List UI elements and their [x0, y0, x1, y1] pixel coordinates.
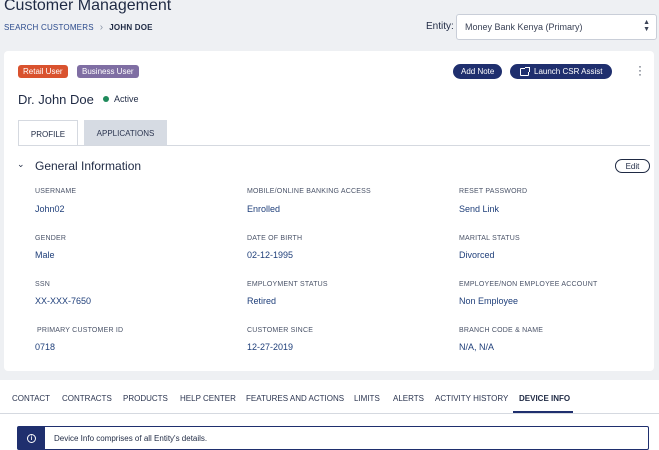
tab-profile[interactable]: PROFILE: [18, 120, 78, 146]
select-arrows-icon: ▲ ▼: [643, 19, 650, 33]
retail-user-badge: Retail User: [18, 65, 68, 78]
field-value-ssn: XX-XXX-7650: [35, 296, 92, 306]
field-label-gender: GENDER: [35, 235, 67, 242]
tab-help-center[interactable]: HELP CENTER: [180, 394, 236, 403]
field-value-primary-id: 0718: [35, 342, 56, 352]
field-label-ssn: SSN: [35, 281, 50, 288]
info-icon-container: i: [18, 427, 45, 449]
field-label-username: USERNAME: [35, 188, 77, 195]
entity-label: Entity:: [426, 21, 454, 32]
field-value-since: 12-27-2019: [247, 342, 294, 352]
breadcrumb: SEARCH CUSTOMERS › JOHN DOE: [4, 22, 153, 33]
entity-select-value: Money Bank Kenya (Primary): [465, 22, 583, 32]
info-icon: i: [27, 433, 36, 443]
tab-alerts[interactable]: ALERTS: [393, 394, 424, 403]
chevron-down-icon[interactable]: ⌄: [17, 159, 25, 170]
customer-name: Dr. John Doe: [18, 92, 94, 107]
tabs-divider: [0, 413, 659, 414]
send-link-button[interactable]: Send Link: [459, 204, 499, 214]
field-value-username: John02: [35, 204, 65, 214]
customer-card: Retail User Business User Add Note Launc…: [4, 51, 654, 371]
status-dot-icon: [103, 96, 109, 102]
field-label-dob: DATE OF BIRTH: [247, 235, 303, 242]
field-value-marital: Divorced: [459, 250, 495, 260]
tab-applications[interactable]: APPLICATIONS: [84, 120, 167, 146]
field-label-banking-access: MOBILE/ONLINE BANKING ACCESS: [247, 188, 371, 195]
info-message: Device Info comprises of all Entity's de…: [54, 434, 208, 443]
field-label-primary-id: PRIMARY CUSTOMER ID: [37, 327, 124, 334]
field-label-employee-account: EMPLOYEE/NON EMPLOYEE ACCOUNT: [459, 281, 598, 288]
detail-tabs: CONTACT CONTRACTS PRODUCTS HELP CENTER F…: [0, 380, 659, 450]
field-value-branch: N/A, N/A: [459, 342, 495, 352]
field-value-banking-access: Enrolled: [247, 204, 281, 214]
tab-contracts[interactable]: CONTRACTS: [62, 394, 112, 403]
chevron-right-icon: ›: [99, 22, 104, 33]
field-label-reset-password: RESET PASSWORD: [459, 188, 528, 195]
field-label-since: CUSTOMER SINCE: [247, 327, 314, 334]
tab-contact[interactable]: CONTACT: [12, 394, 50, 403]
launch-csr-assist-button[interactable]: Launch CSR Assist: [510, 64, 613, 79]
field-label-marital: MARITAL STATUS: [459, 235, 520, 242]
entity-select[interactable]: Money Bank Kenya (Primary) ▲ ▼: [456, 14, 657, 40]
field-value-employment: Retired: [247, 296, 277, 306]
breadcrumb-search-customers[interactable]: SEARCH CUSTOMERS: [4, 23, 94, 32]
tab-products[interactable]: PRODUCTS: [123, 394, 168, 403]
tab-device-info[interactable]: DEVICE INFO: [519, 394, 570, 403]
field-label-employment: EMPLOYMENT STATUS: [247, 281, 328, 288]
section-title: General Information: [35, 159, 142, 173]
field-value-employee-account: Non Employee: [459, 296, 519, 306]
field-value-dob: 02-12-1995: [247, 250, 294, 260]
tab-features-and-actions[interactable]: FEATURES AND ACTIONS: [246, 394, 344, 403]
add-note-label: Add Note: [461, 67, 495, 76]
status-label: Active: [114, 94, 139, 104]
status-badge: Active: [103, 94, 139, 104]
add-note-button[interactable]: Add Note: [453, 64, 503, 79]
edit-button[interactable]: Edit: [615, 159, 650, 173]
tab-activity-history[interactable]: ACTIVITY HISTORY: [435, 394, 508, 403]
page-title: Customer Management: [4, 0, 172, 14]
tab-limits[interactable]: LIMITS: [354, 394, 380, 403]
business-user-badge: Business User: [77, 65, 139, 78]
launch-csr-label: Launch CSR Assist: [534, 67, 603, 76]
field-label-branch: BRANCH CODE & NAME: [459, 327, 544, 334]
info-banner: i Device Info comprises of all Entity's …: [17, 426, 649, 450]
breadcrumb-current: JOHN DOE: [109, 23, 153, 32]
field-value-gender: Male: [35, 250, 55, 260]
tab-divider: [18, 145, 650, 146]
more-options-icon[interactable]: · · ·: [637, 60, 643, 80]
external-link-icon: [520, 66, 530, 76]
